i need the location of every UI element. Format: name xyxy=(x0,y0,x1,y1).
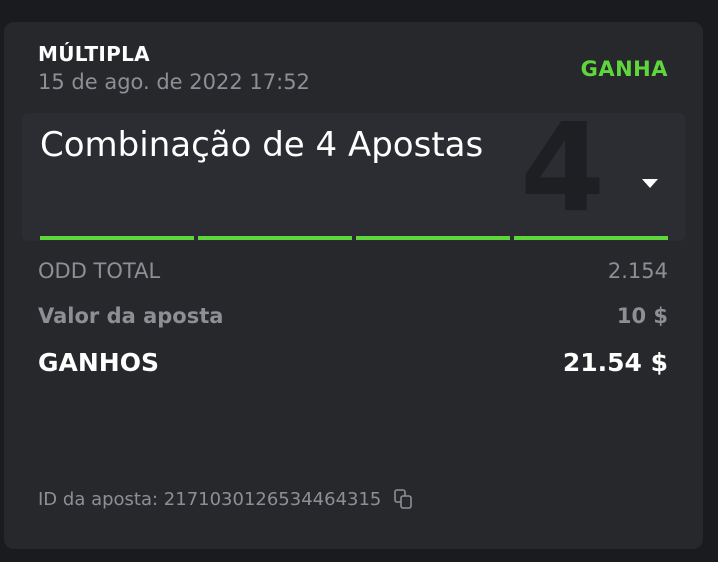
winnings-row: GANHOS 21.54 $ xyxy=(38,348,668,377)
bet-date: 15 de ago. de 2022 17:52 xyxy=(38,70,310,94)
stake-value: 10 $ xyxy=(616,304,668,328)
progress-segment xyxy=(514,236,668,240)
progress-segment xyxy=(356,236,510,240)
status-badge: GANHA xyxy=(580,57,668,81)
caret-down-icon[interactable] xyxy=(642,179,658,188)
copy-icon[interactable] xyxy=(393,488,415,510)
selection-count-watermark: 4 xyxy=(520,113,605,239)
combination-title: Combinação de 4 Apostas xyxy=(40,125,484,165)
winnings-label: GANHOS xyxy=(38,348,159,377)
progress-segment xyxy=(40,236,194,240)
selections-progress-bar xyxy=(40,236,668,240)
bet-type-label: MÚLTIPLA xyxy=(38,42,150,66)
stake-row: Valor da aposta 10 $ xyxy=(38,304,668,328)
combination-dropdown[interactable]: 4 Combinação de 4 Apostas xyxy=(22,113,685,241)
odd-total-label: ODD TOTAL xyxy=(38,259,161,283)
stake-label: Valor da aposta xyxy=(38,304,224,328)
odd-total-value: 2.154 xyxy=(607,259,668,283)
bet-card: MÚLTIPLA 15 de ago. de 2022 17:52 GANHA … xyxy=(4,22,703,549)
progress-segment xyxy=(198,236,352,240)
bet-id-text: ID da aposta: 2171030126534464315 xyxy=(38,488,382,510)
odd-total-row: ODD TOTAL 2.154 xyxy=(38,259,668,283)
bet-id-row: ID da aposta: 2171030126534464315 xyxy=(38,488,415,510)
winnings-value: 21.54 $ xyxy=(562,348,668,377)
